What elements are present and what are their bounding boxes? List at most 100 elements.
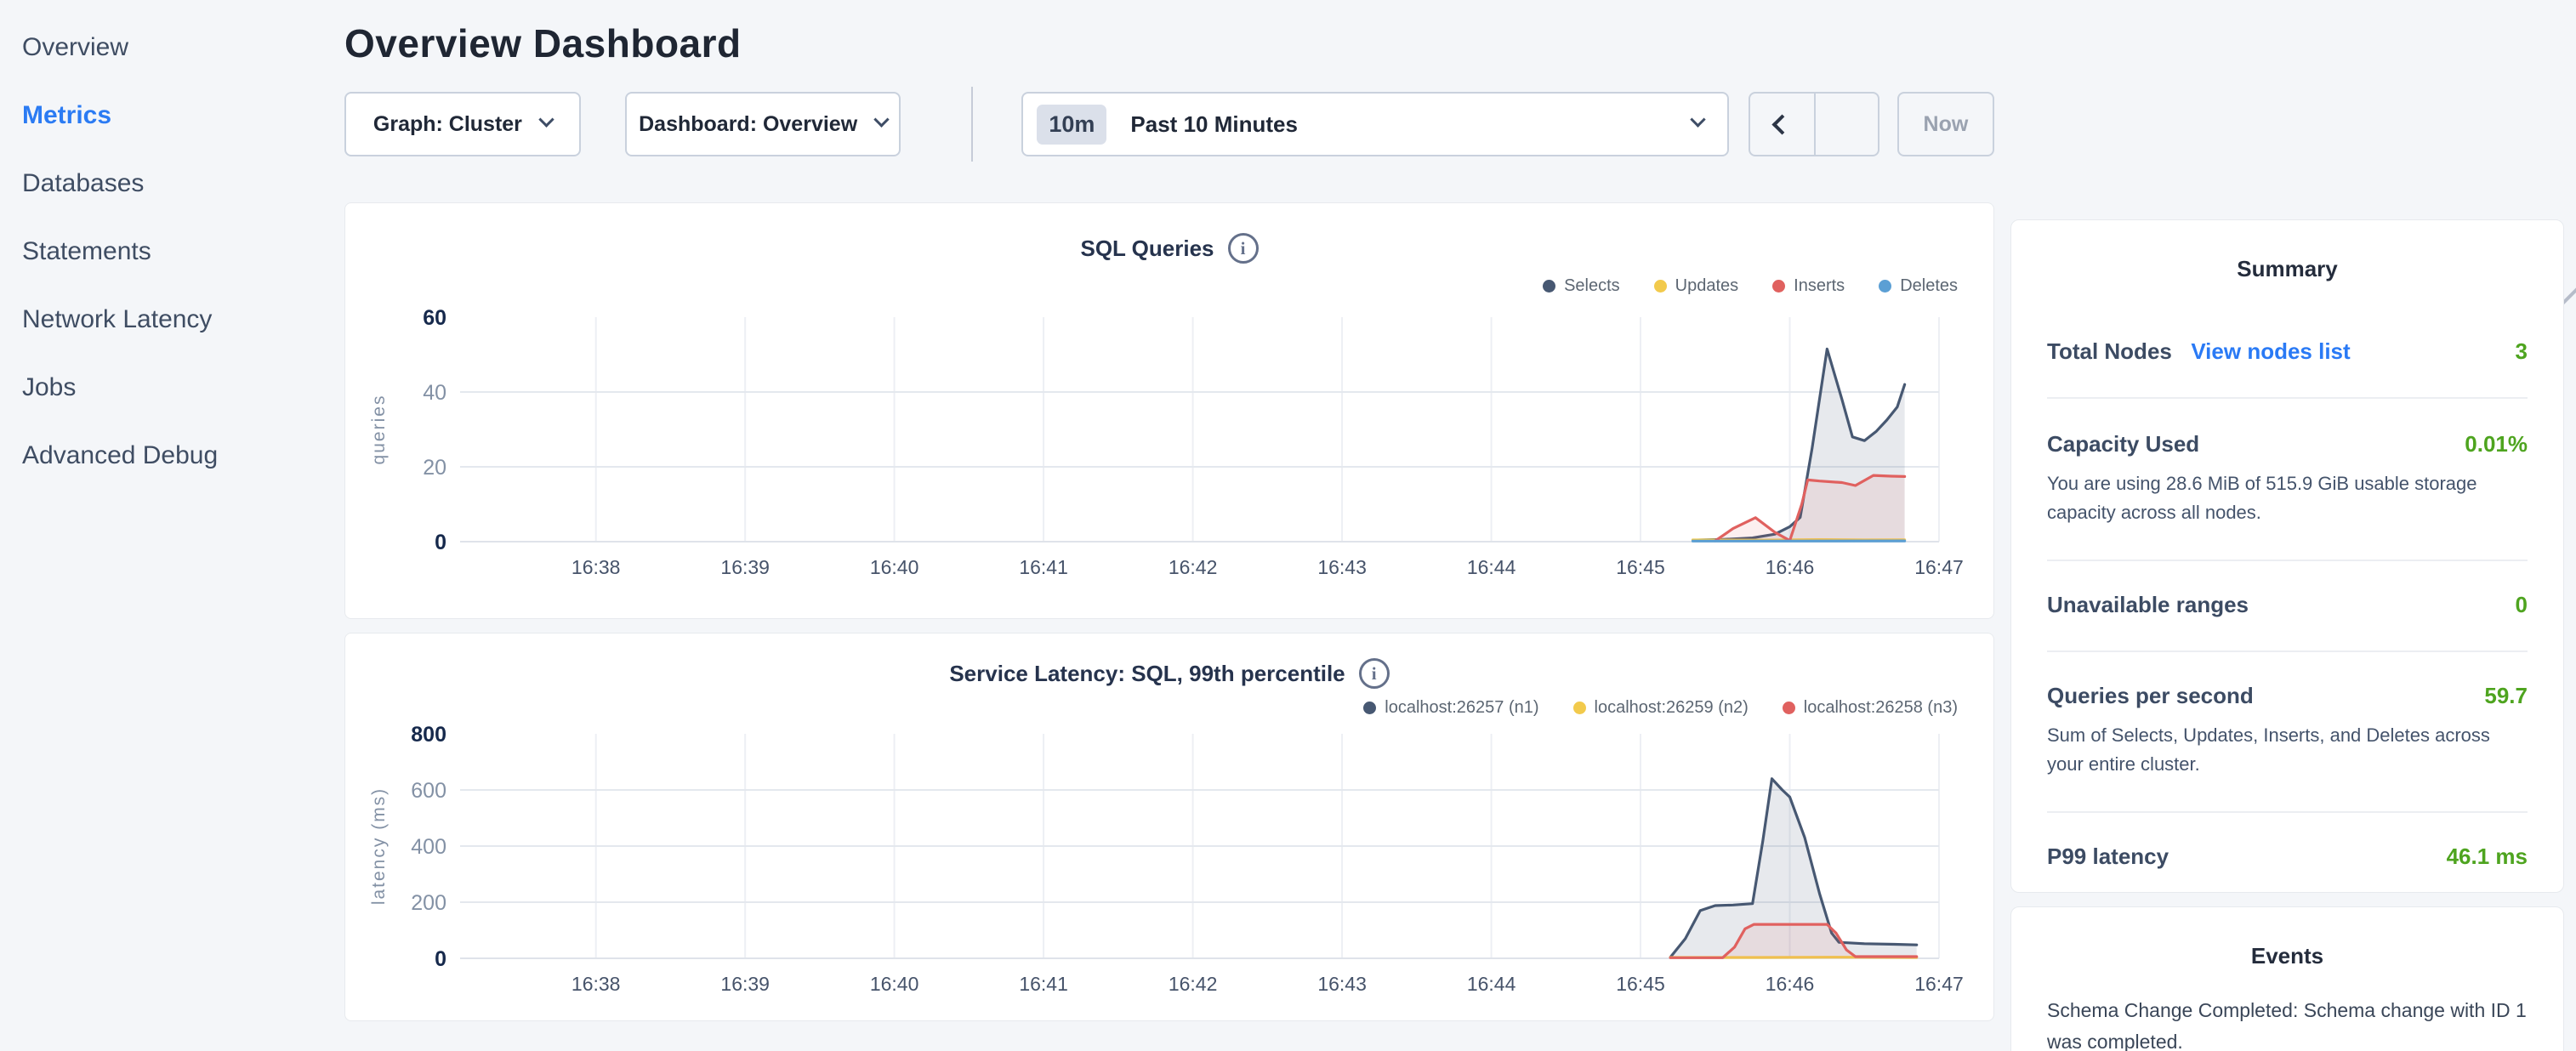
svg-text:800: 800 [411,725,446,747]
divider [2047,560,2528,561]
chart-legend: localhost:26257 (n1) localhost:26259 (n2… [345,696,1993,719]
sql-queries-chart: 16:38 16:39 16:40 16:41 16:42 16:43 16:44 16:45… [345,309,1993,602]
summary-label: P99 latency [2047,844,2169,870]
legend-dot [1772,280,1785,293]
graph-dropdown-label: Graph: Cluster [373,112,522,137]
svg-text:16:39: 16:39 [720,973,770,995]
divider [2047,650,2528,652]
summary-row-queries-per-second: Queries per second 59.7 [2047,683,2528,709]
summary-row-unavailable-ranges: Unavailable ranges 0 [2047,592,2528,618]
svg-text:16:43: 16:43 [1317,556,1367,578]
info-icon[interactable]: i [1228,233,1259,264]
summary-value: 3 [2516,338,2528,365]
svg-text:16:45: 16:45 [1616,556,1665,578]
sidebar-item-network-latency[interactable]: Network Latency [0,286,340,354]
time-back-button[interactable] [1750,94,1814,155]
legend-item-n3[interactable]: localhost:26258 (n3) [1783,698,1958,718]
summary-label: Capacity Used [2047,431,2199,457]
svg-text:queries: queries [369,395,389,465]
svg-text:16:46: 16:46 [1766,973,1815,995]
sidebar-item-overview[interactable]: Overview [0,14,340,82]
legend-item-inserts[interactable]: Inserts [1772,276,1845,296]
summary-value: 0.01% [2465,431,2528,457]
service-latency-chart: 16:3816:3916:4016:4116:4216:4316:4416:45… [345,725,1993,1019]
summary-label: Queries per second [2047,683,2254,709]
sidebar-item-jobs[interactable]: Jobs [0,354,340,422]
service-latency-card: Service Latency: SQL, 99th percentile i … [344,633,1994,1021]
svg-text:16:41: 16:41 [1019,973,1068,995]
svg-text:16:44: 16:44 [1467,973,1516,995]
svg-text:40: 40 [423,381,446,405]
chevron-left-icon [1771,114,1792,134]
legend-dot [1573,702,1586,714]
main-content: Overview Dashboard Graph: Cluster Dashbo… [344,0,1994,1021]
now-button[interactable]: Now [1897,92,1994,156]
summary-value: 46.1 ms [2447,844,2528,870]
chart-title: Service Latency: SQL, 99th percentile [949,661,1345,687]
chevron-down-icon [873,111,889,127]
summary-row-total-nodes: Total Nodes View nodes list 3 [2047,338,2528,365]
toolbar: Graph: Cluster Dashboard: Overview 10m P… [344,92,1994,156]
admin-ui-page: Overview Metrics Databases Statements Ne… [0,0,2576,1051]
sidebar-item-metrics[interactable]: Metrics [0,82,340,150]
svg-text:200: 200 [411,891,446,915]
divider [2047,811,2528,813]
summary-row-p99-latency: P99 latency 46.1 ms [2047,844,2528,870]
chevron-down-icon [538,111,554,127]
graph-dropdown[interactable]: Graph: Cluster [344,92,581,156]
page-title: Overview Dashboard [344,20,1994,66]
info-icon[interactable]: i [1359,658,1390,689]
svg-text:16:41: 16:41 [1019,556,1068,578]
svg-text:60: 60 [423,309,446,330]
svg-text:latency (ms): latency (ms) [369,787,389,905]
legend-dot [1783,702,1795,714]
svg-text:400: 400 [411,835,446,859]
svg-text:20: 20 [423,456,446,480]
events-panel: Events Schema Change Completed: Schema c… [2010,906,2564,1051]
svg-text:16:44: 16:44 [1467,556,1516,578]
sidebar-item-advanced-debug[interactable]: Advanced Debug [0,422,340,490]
time-forward-button[interactable] [1814,94,1878,155]
legend-item-selects[interactable]: Selects [1543,276,1620,296]
svg-text:16:38: 16:38 [571,556,621,578]
svg-text:16:45: 16:45 [1616,973,1665,995]
sql-queries-card: SQL Queries i Selects Updates Inserts [344,202,1994,619]
toolbar-divider [971,87,973,162]
chart-title: SQL Queries [1080,236,1214,262]
legend-dot [1363,702,1376,714]
summary-description: You are using 28.6 MiB of 515.9 GiB usab… [2047,469,2528,527]
summary-label: Total Nodes [2047,338,2172,364]
legend-item-updates[interactable]: Updates [1654,276,1739,296]
summary-row-capacity-used: Capacity Used 0.01% [2047,431,2528,457]
svg-text:600: 600 [411,779,446,803]
svg-text:16:39: 16:39 [720,556,770,578]
svg-text:16:42: 16:42 [1169,973,1218,995]
divider [2047,397,2528,399]
svg-text:16:43: 16:43 [1317,973,1367,995]
legend-item-deletes[interactable]: Deletes [1879,276,1958,296]
time-step-buttons [1749,92,1879,156]
svg-text:0: 0 [435,531,446,554]
svg-text:16:40: 16:40 [870,556,919,578]
time-range-dropdown[interactable]: 10m Past 10 Minutes [1021,92,1728,156]
summary-label: Unavailable ranges [2047,592,2249,618]
dashboard-dropdown-label: Dashboard: Overview [639,112,857,137]
dashboard-dropdown[interactable]: Dashboard: Overview [625,92,901,156]
event-message[interactable]: Schema Change Completed: Schema change w… [2047,995,2528,1051]
right-panel: Summary Total Nodes View nodes list 3 Ca… [2010,219,2564,1051]
svg-text:16:47: 16:47 [1914,973,1964,995]
view-nodes-list-link[interactable]: View nodes list [2191,338,2350,364]
chart-legend: Selects Updates Inserts Deletes [345,275,1993,297]
events-title: Events [2011,907,2563,969]
sidebar-item-databases[interactable]: Databases [0,150,340,218]
svg-text:16:46: 16:46 [1766,556,1815,578]
summary-value: 59.7 [2484,683,2528,709]
legend-item-n2[interactable]: localhost:26259 (n2) [1573,698,1749,718]
svg-text:16:42: 16:42 [1169,556,1218,578]
svg-text:16:47: 16:47 [1914,556,1964,578]
chevron-down-icon [1690,111,1705,127]
sidebar-item-statements[interactable]: Statements [0,218,340,286]
sidebar: Overview Metrics Databases Statements Ne… [0,0,340,490]
legend-item-n1[interactable]: localhost:26257 (n1) [1363,698,1538,718]
summary-value: 0 [2516,592,2528,618]
